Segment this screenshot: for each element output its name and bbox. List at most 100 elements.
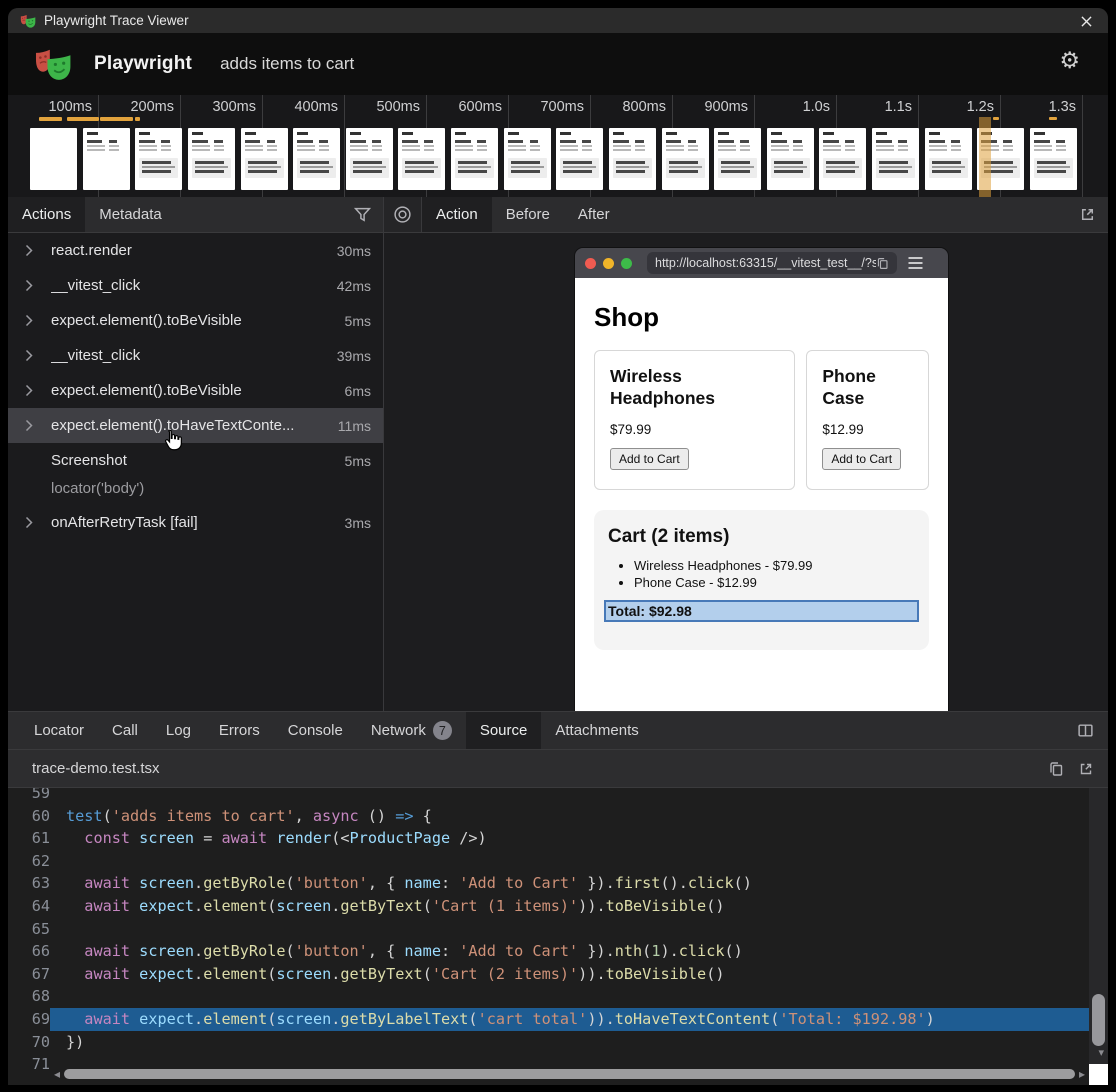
chevron-right-icon[interactable] [25,384,43,397]
open-snapshot-external-icon[interactable] [1067,197,1108,232]
timeline-tick-label: 500ms [376,99,420,115]
filmstrip-thumbnail[interactable] [1030,128,1077,190]
filmstrip-thumbnail[interactable] [346,128,393,190]
code-line: 67 await expect.element(screen.getByText… [8,963,1108,986]
cart-item: Phone Case - $12.99 [634,575,919,590]
tab-network[interactable]: Network7 [357,712,466,749]
code-text: test('adds items to cart', async () => { [50,805,1108,828]
product-price: $79.99 [610,422,779,437]
scroll-left-arrow[interactable]: ◂ [50,1067,64,1081]
gear-icon[interactable]: ⚙ [1059,50,1080,73]
app-name: Playwright [94,53,192,75]
app-window: Playwright Trace Viewer Playwright adds … [8,8,1108,1085]
action-row[interactable]: expect.element().toBeVisible5ms [8,303,383,338]
test-title: adds items to cart [220,54,354,74]
timeline-tick-label: 300ms [212,99,256,115]
action-title: react.render [51,242,132,259]
filmstrip-thumbnail[interactable] [556,128,603,190]
filmstrip-thumbnail[interactable] [925,128,972,190]
code-line: 65 [8,918,1108,941]
url-bar: http://localhost:63315/__vitest_test__/?… [647,252,897,274]
snapshot-browser: http://localhost:63315/__vitest_test__/?… [575,248,948,711]
tab-call[interactable]: Call [98,712,152,749]
action-row[interactable]: react.render30ms [8,233,383,268]
chevron-right-icon[interactable] [25,516,43,529]
split-view-icon[interactable] [1063,712,1108,749]
filmstrip-thumbnail[interactable] [767,128,814,190]
filmstrip-thumbnail[interactable] [609,128,656,190]
scroll-down-arrow[interactable]: ▾ [1098,1046,1104,1059]
filter-icon[interactable] [342,197,383,232]
horizontal-scrollbar[interactable]: ◂ ▸ [50,1067,1089,1081]
traffic-light-red [585,258,596,269]
action-row[interactable]: Screenshot5ms [8,443,383,478]
network-count-badge: 7 [433,721,452,740]
tab-label: Metadata [99,206,162,223]
code-text: }) [50,1031,1108,1054]
chevron-right-icon[interactable] [25,279,43,292]
action-row[interactable]: onAfterRetryTask [fail]3ms [8,505,383,540]
pick-locator-icon[interactable] [384,197,422,232]
timeline[interactable]: 100ms200ms300ms400ms500ms600ms700ms800ms… [8,95,1108,197]
timeline-tick-label: 800ms [622,99,666,115]
action-duration-dash [993,117,999,120]
source-code-pane: 5960test('adds items to cart', async () … [8,788,1108,1085]
product-cards: Wireless Headphones$79.99Add to CartPhon… [594,350,929,490]
vertical-scrollbar[interactable]: ▾ [1089,788,1108,1064]
filmstrip-thumbnail[interactable] [451,128,498,190]
filmstrip-thumbnail[interactable] [819,128,866,190]
tab-console[interactable]: Console [274,712,357,749]
scroll-right-arrow[interactable]: ▸ [1075,1067,1089,1081]
open-source-external-icon[interactable] [1078,761,1094,777]
action-row[interactable]: __vitest_click39ms [8,338,383,373]
snapshot-page: Shop Wireless Headphones$79.99Add to Car… [575,278,948,711]
tab-metadata[interactable]: Metadata [85,197,176,232]
horizontal-scrollbar-thumb[interactable] [64,1069,1075,1079]
filmstrip-thumbnail[interactable] [293,128,340,190]
actions-list: react.render30ms__vitest_click42msexpect… [8,233,383,711]
tab-actions[interactable]: Actions [8,197,85,232]
code-line: 61 const screen = await render(<ProductP… [8,827,1108,850]
filmstrip-thumbnail[interactable] [83,128,130,190]
filmstrip-thumbnail[interactable] [662,128,709,190]
chevron-right-icon[interactable] [25,244,43,257]
product-card: Wireless Headphones$79.99Add to Cart [594,350,795,490]
filmstrip-thumbnail[interactable] [135,128,182,190]
vertical-scrollbar-thumb[interactable] [1092,994,1105,1046]
copy-source-icon[interactable] [1048,761,1064,777]
code-line: 63 await screen.getByRole('button', { na… [8,872,1108,895]
line-number: 62 [8,850,50,873]
filmstrip-thumbnail[interactable] [504,128,551,190]
tab-source[interactable]: Source [466,712,542,749]
timeline-tick-label: 900ms [704,99,748,115]
action-row[interactable]: __vitest_click42ms [8,268,383,303]
filmstrip-thumbnail[interactable] [714,128,761,190]
filmstrip-thumbnail[interactable] [188,128,235,190]
chevron-right-icon[interactable] [25,314,43,327]
line-number: 60 [8,805,50,828]
tab-attachments[interactable]: Attachments [541,712,652,749]
tab-before[interactable]: Before [492,197,564,232]
shop-heading: Shop [594,302,929,333]
close-icon[interactable] [1078,13,1094,29]
browser-menu-icon [907,256,924,270]
chevron-right-icon[interactable] [25,349,43,362]
tab-locator[interactable]: Locator [20,712,98,749]
tab-action[interactable]: Action [422,197,492,232]
tab-log[interactable]: Log [152,712,205,749]
filmstrip-thumbnail[interactable] [30,128,77,190]
code-line: 68 [8,985,1108,1008]
filmstrip-thumbnail[interactable] [398,128,445,190]
action-row[interactable]: expect.element().toBeVisible6ms [8,373,383,408]
cart-heading: Cart (2 items) [608,526,919,548]
tab-errors[interactable]: Errors [205,712,274,749]
tab-label: After [578,206,610,223]
tab-after[interactable]: After [564,197,624,232]
chevron-right-icon[interactable] [25,419,43,432]
code-line: 70}) [8,1031,1108,1054]
filmstrip-thumbnail[interactable] [872,128,919,190]
cart-total-highlight: Total: $92.98 [604,600,919,622]
line-number: 68 [8,985,50,1008]
filmstrip-thumbnail[interactable] [241,128,288,190]
action-row[interactable]: expect.element().toHaveTextConte...11ms [8,408,383,443]
